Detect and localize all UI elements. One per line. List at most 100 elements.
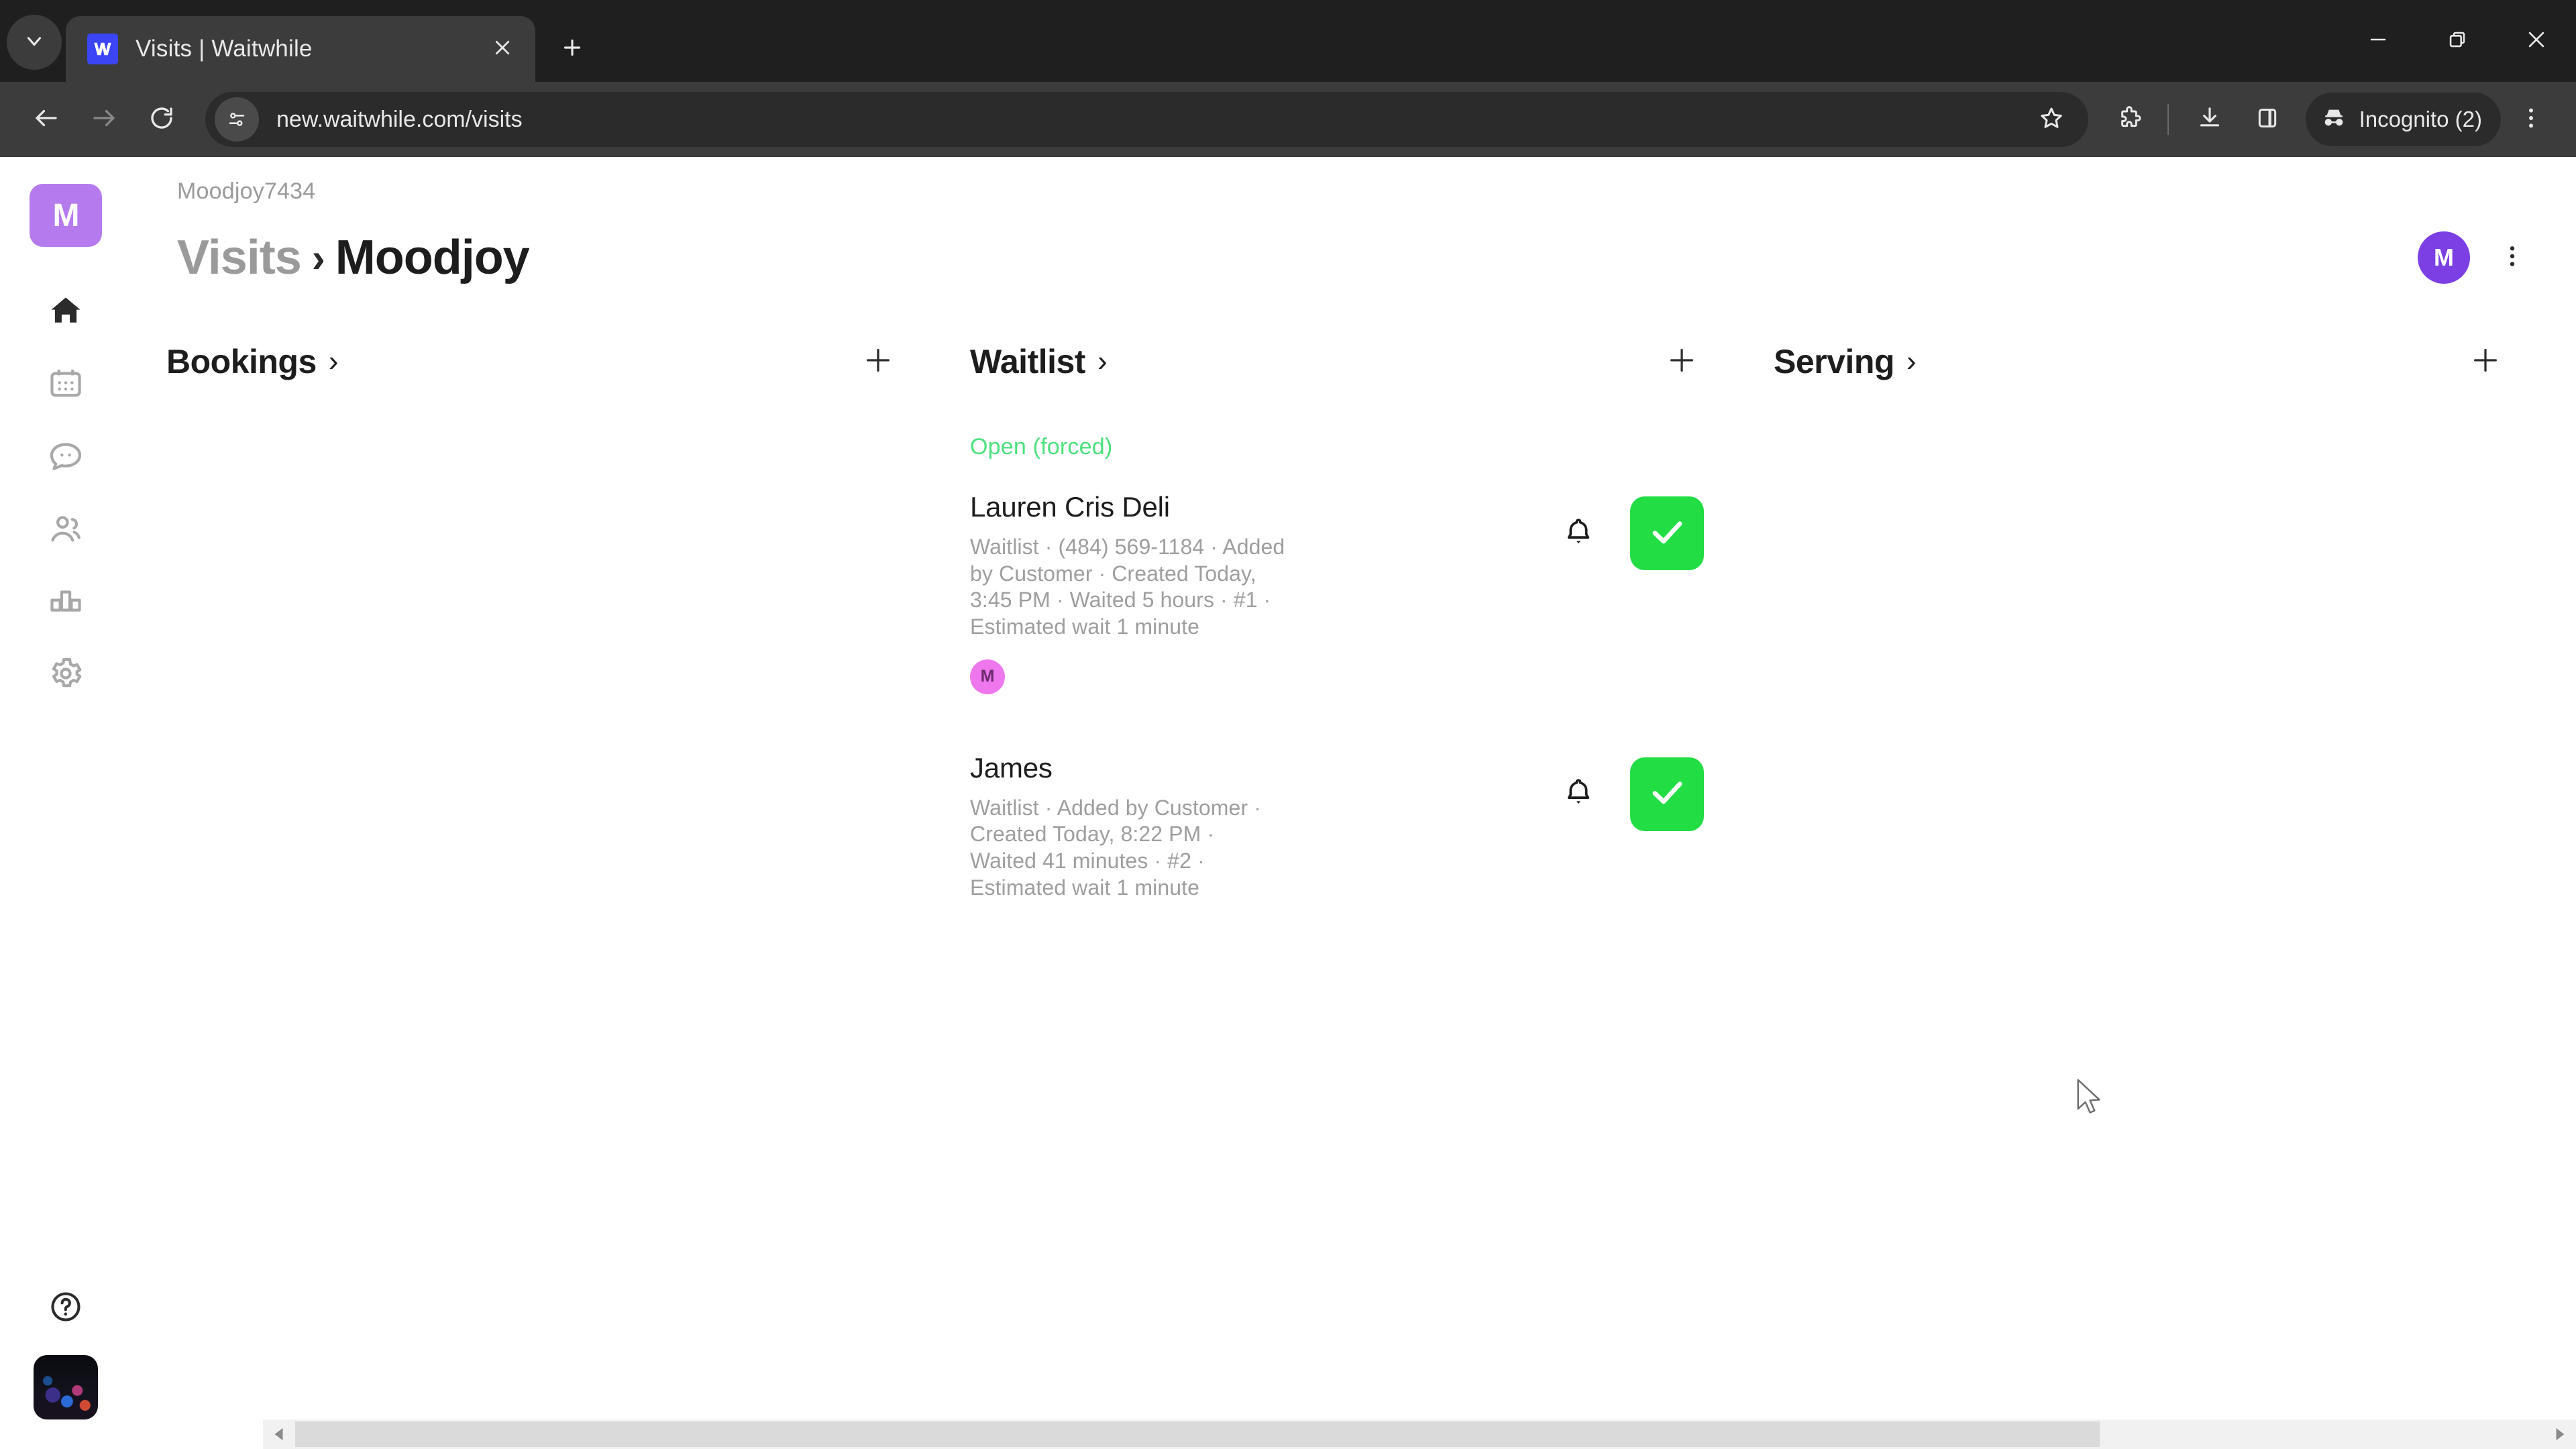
check-icon — [1646, 771, 1688, 816]
column-title: Bookings — [166, 343, 317, 380]
title-row: Visits › Moodjoy M — [177, 230, 2536, 285]
add-waitlist-entry-button[interactable] — [1660, 339, 1704, 384]
chat-bubble-icon — [47, 437, 85, 478]
column-title-link[interactable]: Bookings › — [166, 342, 338, 381]
forward-arrow-icon — [90, 104, 118, 136]
star-icon — [2038, 105, 2065, 135]
incognito-indicator[interactable]: Incognito (2) — [2305, 93, 2501, 146]
board-column-waitlist: Waitlist › Open (forced) Lauren Cris Del… — [935, 337, 1739, 1449]
breadcrumb-parent[interactable]: Visits — [177, 230, 302, 285]
extensions-button[interactable] — [2102, 92, 2157, 147]
add-serving-entry-button[interactable] — [2463, 339, 2508, 384]
visitor-name: James — [970, 751, 1053, 784]
browser-window: Visits | Waitwhile new.waitwhile.com/vis… — [0, 0, 2576, 1449]
incognito-icon — [2320, 105, 2347, 135]
page-menu-button[interactable] — [2489, 234, 2536, 281]
window-maximize-button[interactable] — [2418, 7, 2497, 74]
add-booking-button[interactable] — [856, 339, 900, 384]
app-sidebar: M — [0, 157, 131, 1449]
board-column-bookings: Bookings › — [131, 337, 935, 1449]
bar-chart-icon — [47, 582, 85, 623]
confirm-button[interactable] — [1630, 496, 1704, 570]
breadcrumb-separator: › — [311, 235, 325, 280]
bell-icon — [1562, 775, 1595, 812]
download-icon — [2196, 105, 2223, 135]
notify-button[interactable] — [1558, 773, 1599, 815]
bookmark-button[interactable] — [2024, 92, 2079, 147]
browser-menu-button[interactable] — [2504, 92, 2559, 147]
column-card-list: Lauren Cris Deli Waitlist · (484) 569-11… — [970, 491, 1704, 901]
account-name: Moodjoy7434 — [177, 178, 316, 204]
sidebar-item-settings[interactable] — [30, 639, 102, 711]
card-body: James Waitlist · Added by Customer · Cre… — [970, 752, 1558, 902]
side-panel-icon — [2254, 105, 2281, 135]
back-button[interactable] — [17, 91, 75, 148]
plus-icon — [560, 36, 584, 63]
forward-button[interactable] — [75, 91, 133, 148]
close-icon — [2525, 28, 2548, 54]
url-text[interactable]: new.waitwhile.com/visits — [276, 107, 2021, 133]
users-icon — [47, 510, 85, 551]
scrollbar-track[interactable] — [295, 1419, 2544, 1449]
column-title-link[interactable]: Serving › — [1774, 342, 1917, 381]
avatar-label: M — [2434, 244, 2454, 271]
side-panel-button[interactable] — [2240, 92, 2295, 147]
user-avatar-image[interactable] — [34, 1355, 98, 1419]
column-header: Waitlist › — [970, 337, 1704, 386]
browser-toolbar: new.waitwhile.com/visits Incognito (2) — [0, 82, 2576, 157]
scroll-left-icon[interactable] — [263, 1419, 295, 1449]
kebab-menu-icon — [2499, 243, 2526, 273]
reload-button[interactable] — [133, 91, 191, 148]
downloads-button[interactable] — [2182, 92, 2237, 147]
address-bar[interactable]: new.waitwhile.com/visits — [205, 92, 2088, 147]
status-badge: M — [970, 659, 1005, 694]
sidebar-item-help[interactable] — [34, 1276, 98, 1340]
workspace-logo-label: M — [52, 197, 80, 233]
extensions-icon — [2116, 105, 2143, 135]
window-minimize-button[interactable] — [2339, 7, 2418, 74]
tab-close-button[interactable] — [484, 31, 521, 67]
sidebar-item-customers[interactable] — [30, 494, 102, 566]
toolbar-divider — [2167, 104, 2169, 135]
breadcrumb-current: Moodjoy — [335, 231, 530, 284]
scroll-right-icon[interactable] — [2544, 1419, 2576, 1449]
tab-search-button[interactable] — [7, 15, 62, 70]
workspace-logo[interactable]: M — [30, 184, 102, 247]
page-title: Visits › Moodjoy — [177, 230, 530, 285]
confirm-button[interactable] — [1630, 757, 1704, 831]
visitor-details: Waitlist · (484) 569-1184 · Added by Cus… — [970, 535, 1285, 639]
header-actions: M — [2418, 231, 2536, 284]
status-badge: Open (forced) — [970, 434, 1113, 460]
horizontal-scrollbar[interactable] — [263, 1419, 2576, 1449]
main-content: Moodjoy7434 Visits › Moodjoy M Bookings … — [131, 157, 2576, 1449]
list-item[interactable]: James Waitlist · Added by Customer · Cre… — [970, 752, 1704, 902]
chevron-right-icon: › — [1906, 345, 1917, 378]
window-close-button[interactable] — [2497, 7, 2576, 74]
sidebar-item-home[interactable] — [30, 276, 102, 349]
scrollbar-thumb[interactable] — [295, 1421, 2100, 1447]
sidebar-item-messages[interactable] — [30, 421, 102, 494]
reload-icon — [148, 104, 176, 136]
sidebar-item-calendar[interactable] — [30, 349, 102, 421]
gear-icon — [47, 655, 85, 696]
column-title-link[interactable]: Waitlist › — [970, 342, 1108, 381]
tab-strip: Visits | Waitwhile — [0, 0, 2576, 82]
close-icon — [492, 38, 513, 61]
notify-button[interactable] — [1558, 513, 1599, 554]
calendar-icon — [47, 365, 85, 406]
avatar[interactable]: M — [2418, 231, 2470, 284]
browser-tab[interactable]: Visits | Waitwhile — [66, 16, 535, 82]
plus-icon — [863, 345, 894, 379]
page-header: Moodjoy7434 Visits › Moodjoy M — [131, 157, 2576, 285]
new-tab-button[interactable] — [549, 25, 596, 72]
help-circle-icon — [48, 1289, 83, 1328]
chevron-right-icon: › — [1097, 345, 1108, 378]
tab-title: Visits | Waitwhile — [136, 36, 313, 62]
site-settings-icon[interactable] — [215, 97, 259, 142]
back-arrow-icon — [32, 104, 60, 136]
check-icon — [1646, 511, 1688, 556]
home-icon — [47, 292, 85, 333]
column-title: Serving — [1774, 343, 1894, 380]
list-item[interactable]: Lauren Cris Deli Waitlist · (484) 569-11… — [970, 491, 1704, 694]
sidebar-item-analytics[interactable] — [30, 566, 102, 639]
